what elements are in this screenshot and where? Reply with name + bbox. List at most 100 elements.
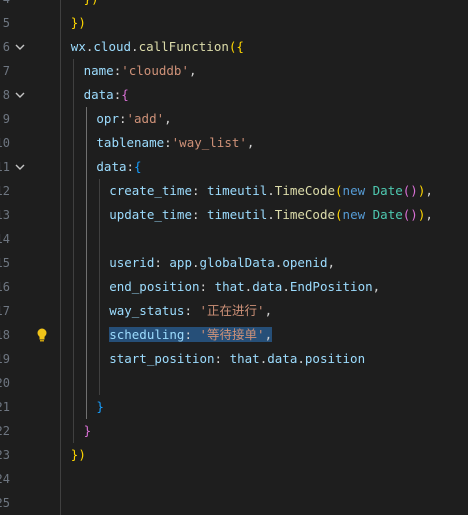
code-token: end_position xyxy=(109,279,200,294)
line-number: 21 xyxy=(0,400,10,414)
line-number: 4 xyxy=(0,0,10,11)
chevron-down-icon[interactable] xyxy=(14,89,26,101)
code-line[interactable]: userid: app.globalData.openid, xyxy=(109,251,335,275)
line-number: 17 xyxy=(0,304,10,318)
line-number: 14 xyxy=(0,232,10,246)
code-token: , xyxy=(188,63,197,78)
code-token: openid xyxy=(282,255,328,270)
line-number-gutter[interactable]: 4 5 6 7 8 9 10 11 12 13 14 15 16 17 18 19 20 21 22 23 24 25 xyxy=(0,0,52,510)
code-token: ({ xyxy=(228,39,244,54)
code-token: globalData xyxy=(199,255,275,270)
code-editor[interactable]: 4 5 6 7 8 9 10 11 12 13 14 15 16 17 18 19 20 21 22 23 24 25 }… xyxy=(0,0,468,515)
code-token: : xyxy=(199,279,215,294)
indent-guide xyxy=(99,179,100,395)
code-token: , xyxy=(372,279,381,294)
selection-highlight: scheduling: '等待接单', xyxy=(109,327,273,342)
code-line[interactable]: tablename:'way_list', xyxy=(96,131,254,155)
code-token: () xyxy=(402,207,418,222)
code-token: , xyxy=(264,303,273,318)
code-token: () xyxy=(402,183,418,198)
code-area[interactable]: })})wx.cloud.callFunction({name:'clouddb… xyxy=(52,0,468,515)
line-number: 5 xyxy=(2,16,10,30)
code-token: data xyxy=(83,87,114,102)
code-token: cloud xyxy=(93,39,132,54)
line-number: 15 xyxy=(0,256,10,270)
code-token: }) xyxy=(70,15,86,30)
code-line[interactable]: start_position: that.data.position xyxy=(109,347,365,371)
code-token: , xyxy=(246,135,255,150)
code-line[interactable]: }) xyxy=(71,11,86,35)
code-token: . xyxy=(297,351,305,366)
line-number: 12 xyxy=(0,184,10,198)
line-number: 13 xyxy=(0,208,10,222)
code-line[interactable]: name:'clouddb', xyxy=(84,59,197,83)
code-line[interactable]: } xyxy=(84,419,92,443)
code-token: ( xyxy=(335,207,343,222)
code-token: name xyxy=(83,63,114,78)
code-token: data xyxy=(267,351,298,366)
code-token: tablename xyxy=(96,135,165,150)
code-token: start_position xyxy=(109,351,215,366)
code-token: : xyxy=(164,135,172,150)
code-token: , xyxy=(327,255,335,270)
code-token: position xyxy=(304,351,366,366)
code-token: }) xyxy=(84,0,99,6)
code-token: timeutil xyxy=(207,183,268,198)
line-number: 10 xyxy=(0,136,10,150)
line-number: 18 xyxy=(0,328,10,342)
code-line[interactable]: }) xyxy=(71,443,86,467)
code-token: EndPosition xyxy=(289,279,373,294)
code-line[interactable]: }) xyxy=(84,0,99,11)
code-token: 'clouddb' xyxy=(121,63,189,78)
code-token: app xyxy=(169,255,192,270)
code-token: : xyxy=(126,159,135,174)
lightbulb-icon[interactable] xyxy=(36,328,48,342)
line-number: 19 xyxy=(0,352,10,366)
code-token: . xyxy=(191,255,200,270)
code-line[interactable]: data:{ xyxy=(84,83,129,107)
code-token: new xyxy=(342,183,366,198)
code-token: Date xyxy=(372,183,403,198)
code-token: ( xyxy=(335,183,343,198)
code-token: new xyxy=(342,207,366,222)
line-number: 6 xyxy=(2,40,10,54)
chevron-down-icon[interactable] xyxy=(14,41,26,53)
code-token: : xyxy=(118,111,127,126)
code-token: '正在进行' xyxy=(199,303,265,318)
code-line[interactable]: scheduling: '等待接单', xyxy=(109,323,273,347)
line-number: 9 xyxy=(2,112,10,126)
code-token: TimeCode xyxy=(274,183,336,198)
line-number: 22 xyxy=(0,424,10,438)
line-number: 20 xyxy=(0,376,10,390)
code-token: : xyxy=(184,327,200,342)
line-number: 7 xyxy=(2,64,10,78)
line-number: 8 xyxy=(2,88,10,102)
code-token: '等待接单' xyxy=(199,327,265,342)
code-line[interactable]: create_time: timeutil.TimeCode(new Date(… xyxy=(109,179,433,203)
code-line[interactable]: way_status: '正在进行', xyxy=(109,299,272,323)
code-line[interactable]: opr:'add', xyxy=(96,107,171,131)
code-token: } xyxy=(83,423,92,438)
line-number: 23 xyxy=(0,448,10,462)
code-token: Date xyxy=(372,207,403,222)
code-token: . xyxy=(267,207,275,222)
code-token: , xyxy=(164,111,172,126)
code-token: }) xyxy=(70,447,86,462)
code-line[interactable]: wx.cloud.callFunction({ xyxy=(71,35,244,59)
code-token: : xyxy=(191,183,208,198)
indent-guide xyxy=(60,0,61,515)
code-token: : xyxy=(214,351,230,366)
code-line[interactable]: data:{ xyxy=(96,155,141,179)
code-line[interactable]: update_time: timeutil.TimeCode(new Date(… xyxy=(109,203,433,227)
code-token: { xyxy=(121,87,129,102)
line-number: 24 xyxy=(0,472,10,486)
code-token: : xyxy=(191,207,208,222)
code-line[interactable]: end_position: that.data.EndPosition, xyxy=(109,275,380,299)
code-token: create_time xyxy=(109,183,192,198)
code-token: 'way_list' xyxy=(171,135,247,150)
code-token: , xyxy=(264,327,273,342)
chevron-down-icon[interactable] xyxy=(14,161,26,173)
code-token: . xyxy=(282,279,290,294)
code-line[interactable]: } xyxy=(96,395,104,419)
